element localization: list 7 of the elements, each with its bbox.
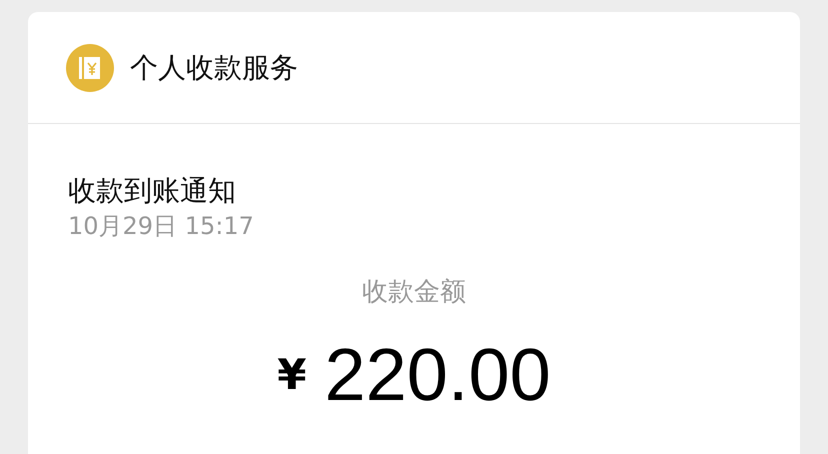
amount-value: 220.00 [324,338,551,412]
notice-time: 10月29日 15:17 [68,212,254,240]
currency-symbol: ¥ [277,349,306,402]
wallet-icon [66,44,114,92]
service-title: 个人收款服务 [130,50,298,86]
amount-label: 收款金额 [362,276,466,307]
notice-title: 收款到账通知 [68,174,236,207]
